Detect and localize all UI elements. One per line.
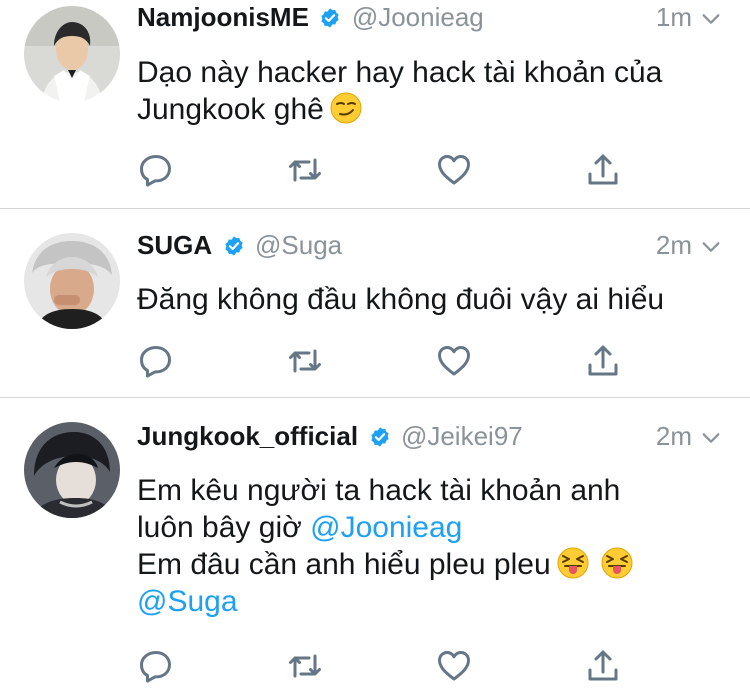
timestamp[interactable]: 2m bbox=[656, 421, 692, 452]
reply-icon[interactable] bbox=[138, 648, 174, 684]
tweet-actions bbox=[137, 152, 737, 188]
share-icon[interactable] bbox=[585, 343, 621, 379]
smirking-face-emoji bbox=[330, 92, 362, 124]
tweet-header: Jungkook_official @Jeikei97 2m bbox=[137, 421, 722, 461]
share-icon[interactable] bbox=[585, 648, 621, 684]
user-handle[interactable]: @Joonieag bbox=[352, 2, 484, 32]
tweet-text-line: Em đâu cần anh hiểu pleu pleu bbox=[137, 546, 633, 583]
tweet-2[interactable]: SUGA @Suga 2m Đăng không đầu không đuôi … bbox=[0, 209, 750, 396]
heart-icon[interactable] bbox=[436, 648, 472, 684]
timestamp[interactable]: 1m bbox=[656, 2, 692, 33]
tweet-text-line: Jungkook ghê bbox=[137, 91, 662, 128]
tweet-text: Em kêu người ta hack tài khoản anh luôn … bbox=[137, 472, 633, 620]
retweet-icon[interactable] bbox=[287, 152, 323, 188]
tweet-actions bbox=[137, 648, 737, 684]
tweet-text: Dạo này hacker hay hack tài khoản của Ju… bbox=[137, 54, 662, 128]
tweet-text-line: luôn bây giờ @Joonieag bbox=[137, 511, 463, 544]
mention-link[interactable]: @Joonieag bbox=[310, 511, 462, 544]
avatar[interactable] bbox=[24, 6, 120, 102]
verified-badge-icon bbox=[369, 426, 391, 448]
tweet-header: SUGA @Suga 2m bbox=[137, 230, 722, 270]
mention-link[interactable]: @Suga bbox=[137, 585, 238, 618]
chevron-down-icon[interactable] bbox=[700, 8, 722, 30]
tweet-text-line: Đăng không đầu không đuôi vậy ai hiểu bbox=[137, 283, 665, 316]
tweet-1[interactable]: NamjoonisME @Joonieag 1m Dạo này hacker … bbox=[0, 0, 750, 207]
display-name[interactable]: NamjoonisME bbox=[137, 2, 309, 32]
tweet-header: NamjoonisME @Joonieag 1m bbox=[137, 2, 722, 42]
chevron-down-icon[interactable] bbox=[700, 427, 722, 449]
tweet-text-line: Em kêu người ta hack tài khoản anh bbox=[137, 474, 621, 507]
verified-badge-icon bbox=[223, 235, 245, 257]
chevron-down-icon[interactable] bbox=[700, 236, 722, 258]
squinting-tongue-face-emoji bbox=[601, 547, 633, 579]
tweet-text-line: @Suga bbox=[137, 583, 633, 620]
user-handle[interactable]: @Suga bbox=[255, 230, 342, 260]
user-handle[interactable]: @Jeikei97 bbox=[401, 421, 523, 451]
retweet-icon[interactable] bbox=[287, 648, 323, 684]
heart-icon[interactable] bbox=[436, 343, 472, 379]
retweet-icon[interactable] bbox=[287, 343, 323, 379]
reply-icon[interactable] bbox=[138, 343, 174, 379]
avatar[interactable] bbox=[24, 422, 120, 518]
timestamp[interactable]: 2m bbox=[656, 230, 692, 261]
squinting-tongue-face-emoji bbox=[557, 547, 589, 579]
display-name[interactable]: SUGA bbox=[137, 230, 212, 260]
tweet-text-line: Dạo này hacker hay hack tài khoản của bbox=[137, 56, 663, 89]
avatar[interactable] bbox=[24, 233, 120, 329]
share-icon[interactable] bbox=[585, 152, 621, 188]
tweet-actions bbox=[137, 343, 737, 379]
verified-badge-icon bbox=[319, 7, 341, 29]
heart-icon[interactable] bbox=[436, 152, 472, 188]
tweet-3[interactable]: Jungkook_official @Jeikei97 2m Em kêu ng… bbox=[0, 398, 750, 692]
reply-icon[interactable] bbox=[138, 152, 174, 188]
display-name[interactable]: Jungkook_official bbox=[137, 421, 358, 451]
tweet-text: Đăng không đầu không đuôi vậy ai hiểu bbox=[137, 281, 664, 318]
